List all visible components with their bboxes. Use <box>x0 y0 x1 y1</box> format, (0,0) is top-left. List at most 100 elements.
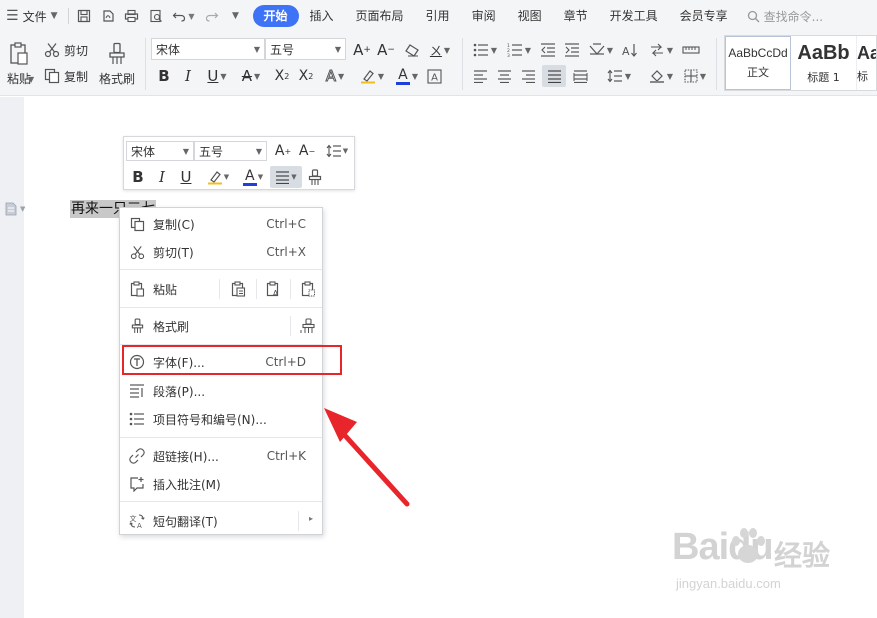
paragraph-marks-icon <box>650 43 663 57</box>
customize-toolbar-button[interactable]: ▼ <box>225 5 247 27</box>
grow-font-button[interactable]: A + <box>352 40 372 60</box>
paragraph-icon <box>128 382 146 400</box>
highlight-color-button[interactable]: ▼ <box>356 66 388 86</box>
paste-keep-format-button[interactable] <box>228 279 248 299</box>
tab-developer[interactable]: 开发工具 <box>599 5 669 27</box>
style-heading-2[interactable]: Aa 标 <box>857 36 876 90</box>
redo-button[interactable] <box>201 5 223 27</box>
save-button[interactable] <box>73 5 95 27</box>
menu-item-paste[interactable]: 粘贴 <box>120 276 322 302</box>
styles-gallery: AaBbCcDd 正文 AaBb 标题 1 Aa 标 <box>724 35 877 91</box>
mini-font-size-select[interactable]: 五号 ▼ <box>194 141 267 161</box>
mini-align-button[interactable]: ▼ <box>270 166 302 188</box>
redo-icon <box>205 12 218 22</box>
mini-underline-button[interactable]: U <box>176 167 196 187</box>
svg-text:A: A <box>431 72 438 83</box>
text-effect-button[interactable]: A ▼ <box>320 66 350 86</box>
menu-item-hyperlink[interactable]: 超链接(H)... Ctrl+K <box>120 443 322 469</box>
superscript-button[interactable]: X2 <box>272 66 292 86</box>
tab-insert[interactable]: 插入 <box>299 5 345 27</box>
font-color-button[interactable]: A ▼ <box>392 66 422 86</box>
tab-references[interactable]: 引用 <box>415 5 461 27</box>
italic-button[interactable]: I <box>178 66 198 86</box>
mini-grow-font-button[interactable]: A + <box>273 141 293 161</box>
phonetic-guide-button[interactable]: ㄨ ▼ <box>426 40 454 60</box>
tab-page-layout[interactable]: 页面布局 <box>345 5 415 27</box>
mini-highlight-button[interactable]: ▼ <box>202 167 234 187</box>
paste-merge-format-button[interactable]: A <box>263 279 283 299</box>
search-placeholder: 查找命令... <box>763 9 824 24</box>
borders-button[interactable]: ▼ <box>680 66 710 86</box>
strikethrough-button[interactable]: A ▼ <box>236 66 266 86</box>
menu-item-insert-comment[interactable]: 插入批注(M) <box>120 471 322 497</box>
tab-section[interactable]: 章节 <box>553 5 599 27</box>
numbering-button[interactable]: 123 ▼ <box>504 40 534 60</box>
command-search[interactable]: 查找命令... <box>747 8 823 25</box>
tab-review[interactable]: 审阅 <box>461 5 507 27</box>
shortcut-label: Ctrl+C <box>266 217 306 231</box>
style-heading-1[interactable]: AaBb 标题 1 <box>791 36 857 90</box>
undo-button[interactable]: ▼ <box>169 5 199 27</box>
distributed-button[interactable] <box>570 66 590 86</box>
bullets-button[interactable]: ▼ <box>470 40 500 60</box>
copy-button[interactable]: 复制 <box>44 66 88 86</box>
line-spacing-button[interactable]: ▼ <box>604 66 634 86</box>
menu-item-paragraph[interactable]: 段落(P)... <box>120 378 322 404</box>
export-pdf-button[interactable] <box>97 5 119 27</box>
chevron-down-icon: ▼ <box>20 205 26 213</box>
menu-divider <box>256 279 257 299</box>
menu-divider <box>120 269 322 270</box>
format-painter-button[interactable]: 格式刷 <box>98 36 136 92</box>
chevron-right-icon[interactable]: ▸ <box>309 514 313 523</box>
sort-button[interactable]: A <box>620 40 640 60</box>
increase-indent-icon <box>565 43 579 57</box>
character-border-button[interactable]: A <box>424 66 444 86</box>
menu-item-copy[interactable]: 复制(C) Ctrl+C <box>120 211 322 237</box>
align-center-button[interactable] <box>494 66 514 86</box>
increase-indent-button[interactable] <box>562 40 582 60</box>
menu-item-format-painter[interactable]: 格式刷 <box>120 313 322 339</box>
shading-button[interactable]: ▼ <box>646 66 676 86</box>
print-preview-button[interactable] <box>145 5 167 27</box>
mini-font-color-button[interactable]: A ▼ <box>238 167 268 187</box>
menu-item-cut[interactable]: 剪切(T) Ctrl+X <box>120 239 322 265</box>
chinese-layout-button[interactable]: ▼ <box>586 40 616 60</box>
clear-format-button[interactable] <box>402 40 422 60</box>
style-normal[interactable]: AaBbCcDd 正文 <box>725 36 791 90</box>
mini-shrink-font-button[interactable]: A − <box>297 141 317 161</box>
mini-format-painter-button[interactable] <box>305 167 325 187</box>
mini-font-name-select[interactable]: 宋体 ▼ <box>126 141 194 161</box>
subscript-button[interactable]: X2 <box>296 66 316 86</box>
cut-label: 剪切 <box>64 43 89 58</box>
cut-button[interactable]: 剪切 <box>44 40 88 60</box>
mini-line-spacing-button[interactable]: ▼ <box>322 141 352 161</box>
paragraph-handle[interactable]: ▼ <box>5 202 25 216</box>
tab-stops-button[interactable] <box>680 40 702 60</box>
align-right-button[interactable] <box>518 66 538 86</box>
align-left-button[interactable] <box>470 66 490 86</box>
tab-home[interactable]: 开始 <box>252 5 299 27</box>
menu-item-label: 超链接(H)... <box>153 449 219 464</box>
file-menu[interactable]: ☰ 文件 ▼ <box>0 0 64 32</box>
shrink-font-button[interactable]: A − <box>376 40 396 60</box>
menu-item-bullets-numbering[interactable]: 项目符号和编号(N)... <box>120 406 322 432</box>
tab-view[interactable]: 视图 <box>507 5 553 27</box>
mini-bold-button[interactable]: B <box>128 167 148 187</box>
justify-button[interactable] <box>542 65 566 87</box>
format-painter-multi-button[interactable] <box>298 316 318 336</box>
show-hide-marks-button[interactable]: ▼ <box>646 40 676 60</box>
paste-text-only-button[interactable] <box>298 279 318 299</box>
font-name-select[interactable]: 宋体 ▼ <box>151 38 265 60</box>
copy-icon <box>128 215 146 233</box>
distributed-align-icon <box>573 69 587 83</box>
decrease-indent-button[interactable] <box>538 40 558 60</box>
borders-icon <box>684 69 698 83</box>
menu-item-translate[interactable]: 文A 短句翻译(T) <box>120 508 322 534</box>
underline-button[interactable]: U ▼ <box>202 66 232 86</box>
print-button[interactable] <box>121 5 143 27</box>
style-name: 标 <box>857 69 868 83</box>
mini-italic-button[interactable]: I <box>152 167 172 187</box>
bold-button[interactable]: B <box>154 66 174 86</box>
font-size-select[interactable]: 五号 ▼ <box>265 38 346 60</box>
tab-member[interactable]: 会员专享 <box>669 5 739 27</box>
